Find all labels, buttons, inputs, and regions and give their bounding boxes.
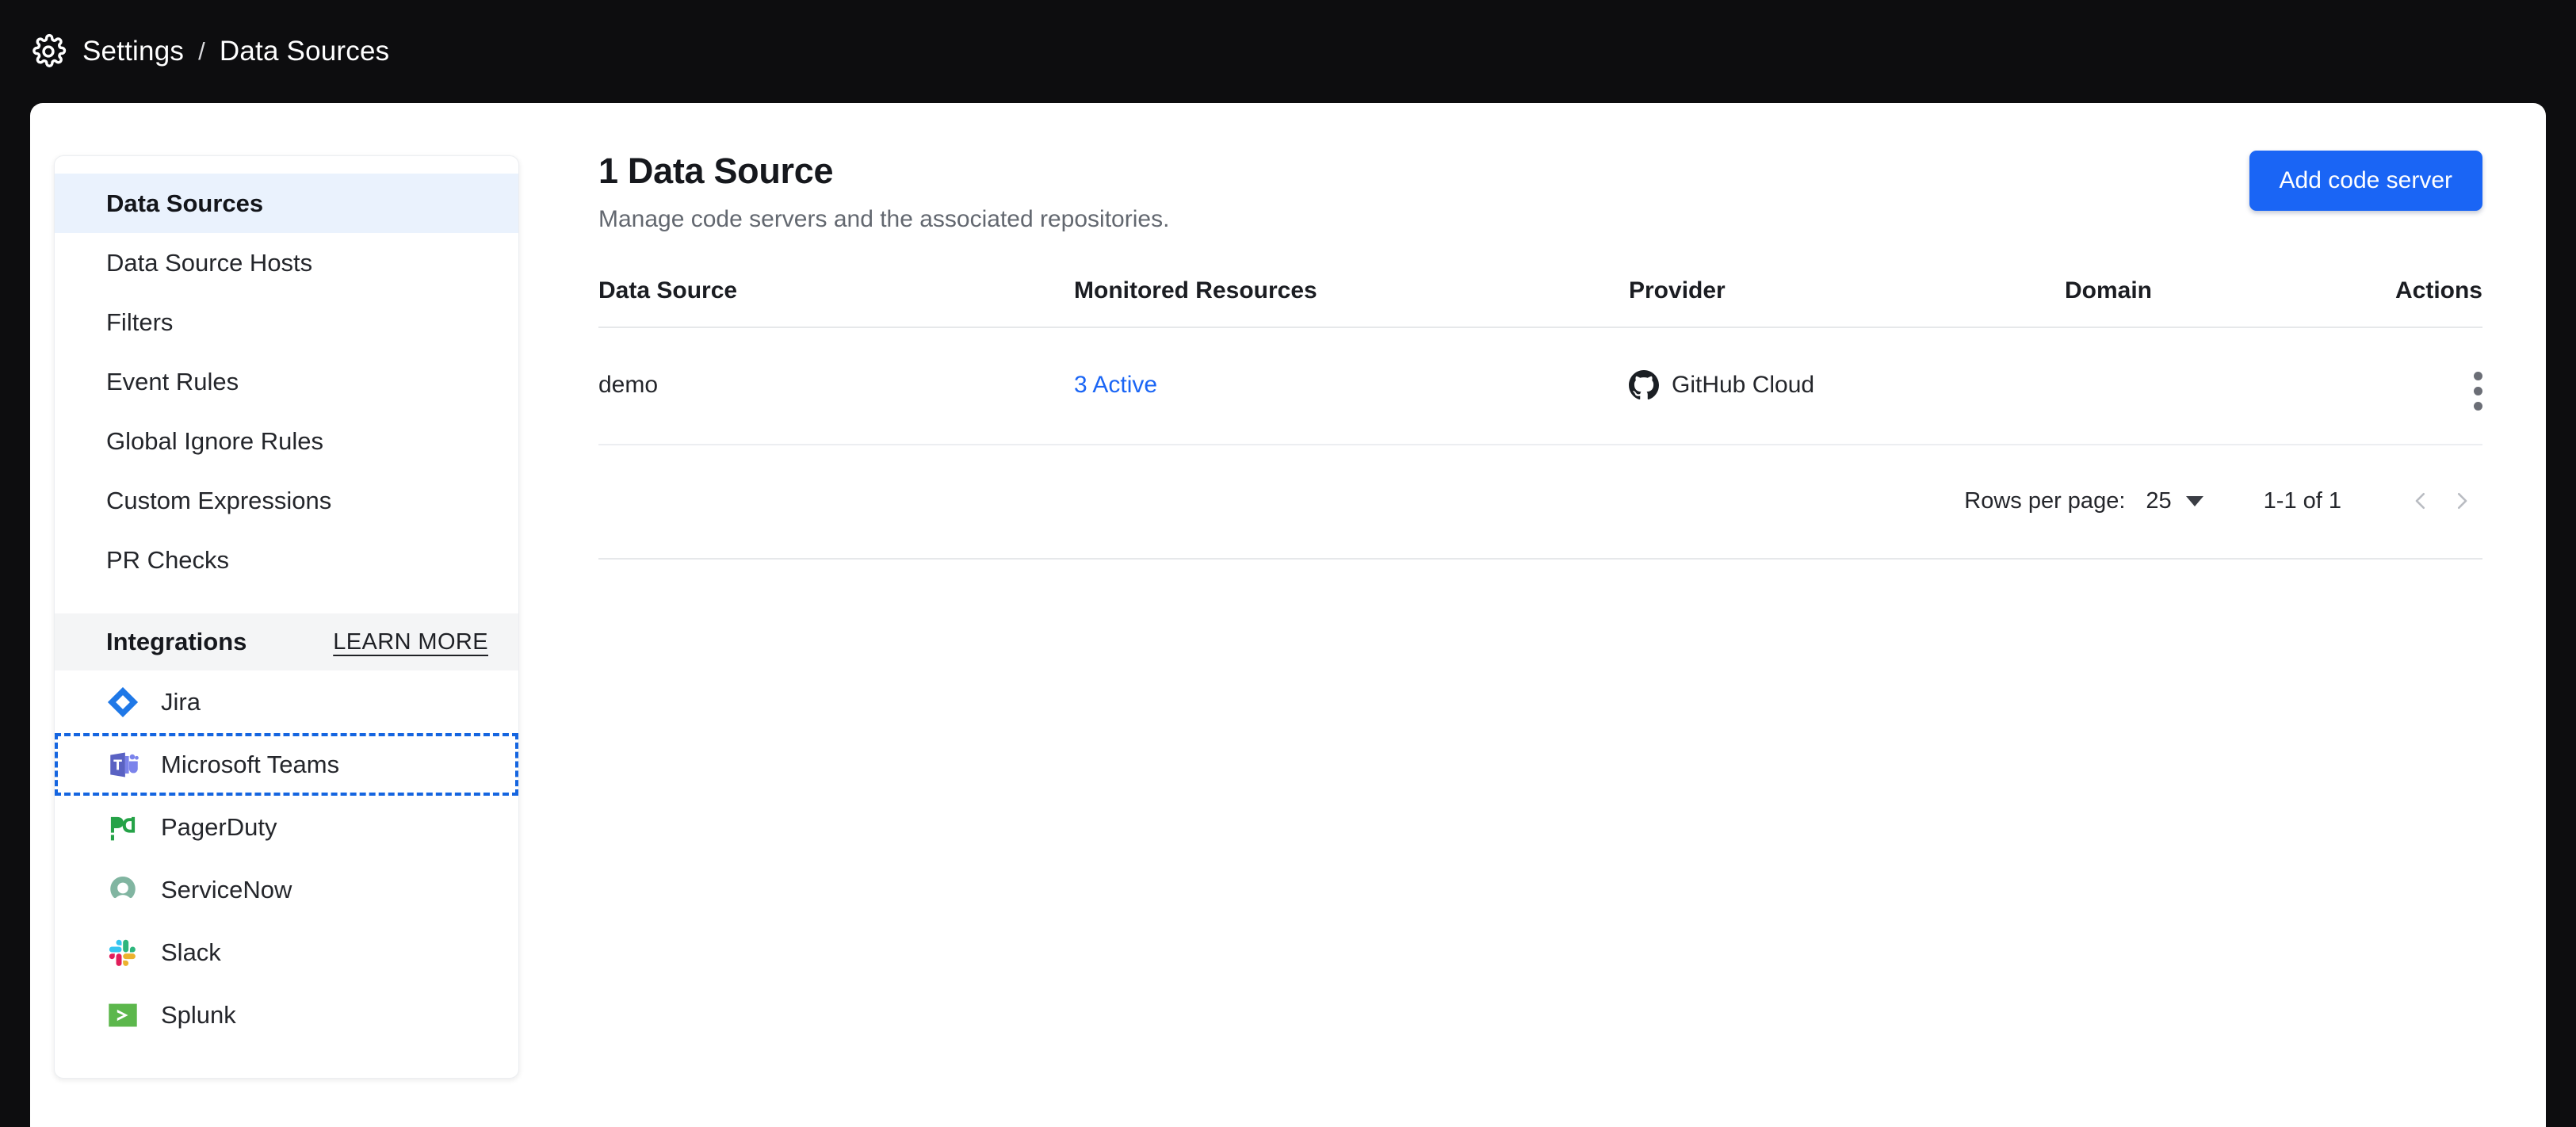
integration-item-label: Slack xyxy=(161,938,221,966)
sidebar-item-label: Global Ignore Rules xyxy=(106,426,323,455)
breadcrumb-current: Data Sources xyxy=(219,36,390,67)
rows-per-page-select[interactable]: 25 xyxy=(2146,488,2203,514)
cell-data-source: demo xyxy=(598,327,1074,445)
integration-item-label: PagerDuty xyxy=(161,812,277,841)
sidebar-item-label: Data Sources xyxy=(106,189,264,217)
chevron-left-icon xyxy=(2415,492,2425,510)
integration-item-servicenow[interactable]: ServiceNow xyxy=(55,858,518,921)
integration-item-slack[interactable]: Slack xyxy=(55,921,518,984)
data-sources-table: Data Source Monitored Resources Provider… xyxy=(598,277,2482,445)
integrations-title: Integrations xyxy=(106,628,247,655)
settings-sidebar: Data Sources Data Source Hosts Filters E… xyxy=(54,155,519,1079)
sidebar-item-label: Filters xyxy=(106,308,174,336)
sidebar-item-global-ignore-rules[interactable]: Global Ignore Rules xyxy=(55,411,518,471)
cell-domain xyxy=(2065,327,2364,445)
integration-item-splunk[interactable]: Splunk xyxy=(55,984,518,1046)
sidebar-item-label: Data Source Hosts xyxy=(106,248,313,277)
jira-icon xyxy=(107,686,139,717)
title-block: 1 Data Source Manage code servers and th… xyxy=(598,151,1169,233)
rows-per-page-label: Rows per page: xyxy=(1964,487,2126,514)
learn-more-link[interactable]: LEARN MORE xyxy=(333,629,488,655)
integration-item-label: ServiceNow xyxy=(161,875,292,904)
sidebar-item-label: PR Checks xyxy=(106,545,230,574)
integration-item-label: Splunk xyxy=(161,1000,236,1029)
provider-label: GitHub Cloud xyxy=(1672,372,1815,398)
sidebar-item-custom-expressions[interactable]: Custom Expressions xyxy=(55,471,518,530)
column-header-monitored-resources: Monitored Resources xyxy=(1074,277,1629,328)
splunk-icon xyxy=(109,1003,137,1026)
page-card: Data Sources Data Source Hosts Filters E… xyxy=(30,103,2546,1127)
breadcrumb-separator: / xyxy=(198,37,205,65)
sidebar-item-data-sources[interactable]: Data Sources xyxy=(55,174,518,233)
page-title: 1 Data Source xyxy=(598,151,834,191)
integrations-section-header: Integrations LEARN MORE xyxy=(55,613,518,670)
sidebar-item-label: Custom Expressions xyxy=(106,486,332,514)
breadcrumb: Settings / Data Sources xyxy=(82,36,389,67)
slack-icon xyxy=(109,939,136,966)
column-header-domain: Domain xyxy=(2065,277,2364,328)
microsoft-teams-icon xyxy=(110,752,139,777)
column-header-provider: Provider xyxy=(1629,277,2065,328)
page-subtitle: Manage code servers and the associated r… xyxy=(598,206,1170,232)
gear-icon[interactable] xyxy=(30,33,67,70)
integration-item-jira[interactable]: Jira xyxy=(55,670,518,733)
rows-per-page-value: 25 xyxy=(2146,487,2172,514)
pagination-bar: Rows per page: 25 1-1 of 1 xyxy=(598,445,2482,560)
cell-provider: GitHub Cloud xyxy=(1629,327,2065,445)
cell-actions xyxy=(2364,327,2482,445)
servicenow-icon xyxy=(110,876,136,898)
chevron-down-icon xyxy=(2185,495,2203,506)
column-header-data-source: Data Source xyxy=(598,277,1074,328)
sidebar-item-event-rules[interactable]: Event Rules xyxy=(55,352,518,411)
add-code-server-button[interactable]: Add code server xyxy=(2249,151,2482,211)
sidebar-item-filters[interactable]: Filters xyxy=(55,292,518,352)
pagination-range-label: 1-1 of 1 xyxy=(2263,487,2341,514)
integration-item-microsoft-teams[interactable]: Microsoft Teams xyxy=(55,733,518,796)
integration-item-label: Microsoft Teams xyxy=(161,750,340,778)
column-header-actions: Actions xyxy=(2364,277,2482,328)
table-row: demo 3 Active GitHub Cloud xyxy=(598,327,2482,445)
integration-item-label: Jira xyxy=(161,687,201,716)
chevron-right-icon xyxy=(2457,492,2467,510)
more-vertical-icon[interactable] xyxy=(2474,372,2482,411)
table-header-row: Data Source Monitored Resources Provider… xyxy=(598,277,2482,328)
next-page-button[interactable] xyxy=(2441,480,2482,521)
previous-page-button[interactable] xyxy=(2400,480,2441,521)
sidebar-item-label: Event Rules xyxy=(106,367,239,395)
sidebar-item-data-source-hosts[interactable]: Data Source Hosts xyxy=(55,233,518,292)
sidebar-item-pr-checks[interactable]: PR Checks xyxy=(55,530,518,590)
github-icon xyxy=(1629,370,1659,400)
cell-monitored-resources: 3 Active xyxy=(1074,327,1629,445)
pagerduty-icon xyxy=(110,816,136,840)
monitored-resources-link[interactable]: 3 Active xyxy=(1074,372,1157,398)
integration-item-pagerduty[interactable]: PagerDuty xyxy=(55,796,518,858)
top-bar: Settings / Data Sources xyxy=(0,0,2576,103)
breadcrumb-root[interactable]: Settings xyxy=(82,36,184,67)
main-header: 1 Data Source Manage code servers and th… xyxy=(598,151,2482,233)
sidebar-wrapper: Data Sources Data Source Hosts Filters E… xyxy=(30,103,519,1127)
main-content: 1 Data Source Manage code servers and th… xyxy=(519,103,2546,1127)
